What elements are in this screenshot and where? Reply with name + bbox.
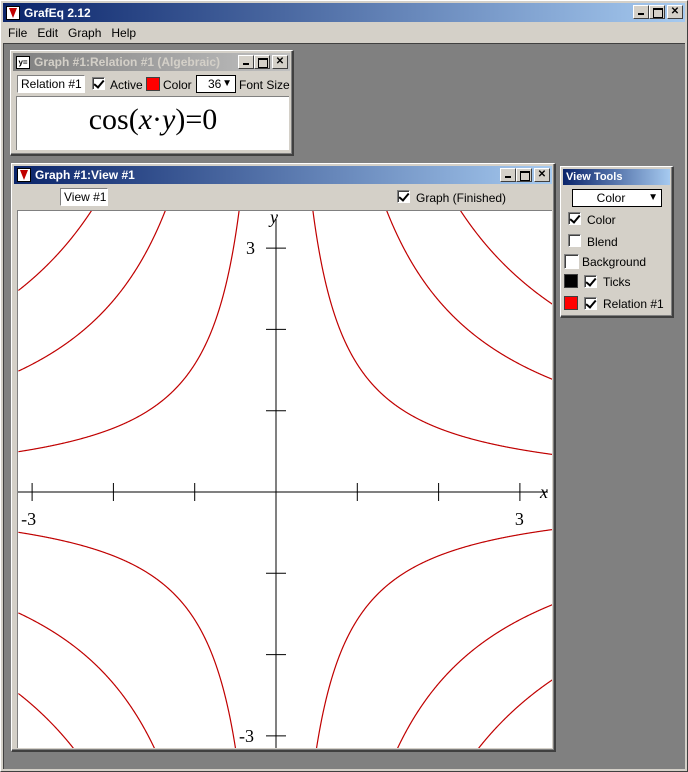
relation-icon: y= (16, 55, 30, 69)
view-name-field[interactable]: View #1 (60, 188, 108, 206)
relation-curve (478, 679, 552, 748)
view-window-title: Graph #1:View #1 (35, 168, 135, 182)
grafeq-logo-icon (6, 5, 20, 20)
active-label: Active (110, 78, 143, 92)
x-axis-label: x (539, 482, 548, 502)
relation-color-swatch[interactable] (146, 77, 160, 91)
graph-checkbox[interactable] (397, 190, 410, 203)
view-minimize-button[interactable] (500, 168, 516, 182)
relation-visible-checkbox[interactable] (584, 297, 597, 310)
relation-curve (18, 531, 237, 748)
view-tools-titlebar[interactable]: View Tools (563, 169, 670, 185)
ticks-color-swatch[interactable] (564, 274, 578, 288)
minimize-button[interactable] (633, 5, 649, 19)
background-color-swatch[interactable] (564, 254, 579, 269)
y-tick-label-max: 3 (246, 238, 255, 258)
formula-text: cos(x·y)=0 (88, 103, 218, 136)
font-size-label: Font Size (239, 78, 290, 92)
ticks-label: Ticks (603, 275, 631, 289)
view-icon (17, 168, 31, 182)
relation-close-button[interactable] (272, 55, 288, 69)
font-size-select[interactable]: 36 ▼ (196, 75, 236, 93)
color-label: Color (163, 78, 192, 92)
menu-file[interactable]: File (3, 26, 32, 40)
relation-curve (397, 604, 552, 748)
y-tick-label-min: -3 (239, 726, 254, 746)
blend-checkbox[interactable] (568, 234, 581, 247)
app-title: GrafEq 2.12 (24, 5, 91, 20)
color-checkbox[interactable] (568, 212, 581, 225)
color-option-label: Color (587, 213, 616, 227)
font-size-value: 36 (208, 77, 222, 91)
dropdown-arrow-icon: ▼ (648, 192, 658, 203)
relation-curve (18, 612, 155, 748)
relation-curve (18, 211, 166, 372)
relation-curve (18, 211, 92, 291)
relation-window-title: Graph #1:Relation #1 (Algebraic) (34, 55, 221, 69)
menu-help[interactable]: Help (106, 26, 141, 40)
relation-name-field[interactable]: Relation #1 (17, 75, 85, 93)
view-window: Graph #1:View #1 View #1 Graph (Finished… (11, 163, 556, 752)
relation-maximize-button[interactable] (254, 55, 270, 69)
blend-label: Blend (587, 235, 618, 249)
view-tools-title: View Tools (566, 171, 623, 183)
relation-window-titlebar[interactable]: y= Graph #1:Relation #1 (Algebraic) (13, 53, 290, 71)
x-tick-label-min: -3 (21, 509, 36, 529)
relation-curve (460, 211, 552, 305)
formula-editor[interactable]: cos(x·y)=0 (16, 96, 289, 150)
dropdown-arrow-icon: ▼ (222, 78, 232, 89)
relation-label: Relation #1 (603, 297, 664, 311)
view-mode-value: Color (596, 191, 626, 205)
graph-canvas[interactable]: y x -3 3 3 -3 (17, 210, 552, 748)
relation-minimize-button[interactable] (238, 55, 254, 69)
view-tools-panel: View Tools Color ▼ Color Blend Backgroun… (560, 166, 674, 318)
menu-edit[interactable]: Edit (32, 26, 63, 40)
mdi-workspace: y= Graph #1:Relation #1 (Algebraic) Rela… (3, 43, 685, 769)
relation-curve (315, 529, 552, 748)
app-titlebar[interactable]: GrafEq 2.12 (3, 3, 685, 22)
menu-bar: File Edit Graph Help (3, 23, 141, 43)
app-window: GrafEq 2.12 File Edit Graph Help y= Grap… (0, 0, 688, 772)
relation-curve (386, 211, 552, 380)
y-axis-label: y (268, 211, 278, 227)
relation-window: y= Graph #1:Relation #1 (Algebraic) Rela… (10, 50, 294, 156)
close-button[interactable] (667, 5, 683, 19)
relation-color-swatch-tools[interactable] (564, 296, 578, 310)
graph-status-label: Graph (Finished) (416, 191, 507, 205)
relation-curve (312, 211, 552, 455)
view-mode-select[interactable]: Color ▼ (572, 189, 662, 207)
background-label: Background (582, 255, 647, 269)
plot-svg: y x -3 3 3 -3 (18, 211, 552, 748)
maximize-button[interactable] (649, 5, 665, 19)
view-maximize-button[interactable] (516, 168, 532, 182)
ticks-checkbox[interactable] (584, 275, 597, 288)
active-checkbox[interactable] (92, 77, 105, 90)
x-tick-label-max: 3 (515, 509, 524, 529)
view-close-button[interactable] (534, 168, 550, 182)
relation-curve (18, 693, 74, 748)
relation-curve (18, 211, 240, 453)
menu-graph[interactable]: Graph (63, 26, 106, 40)
view-window-titlebar[interactable]: Graph #1:View #1 (14, 166, 552, 184)
